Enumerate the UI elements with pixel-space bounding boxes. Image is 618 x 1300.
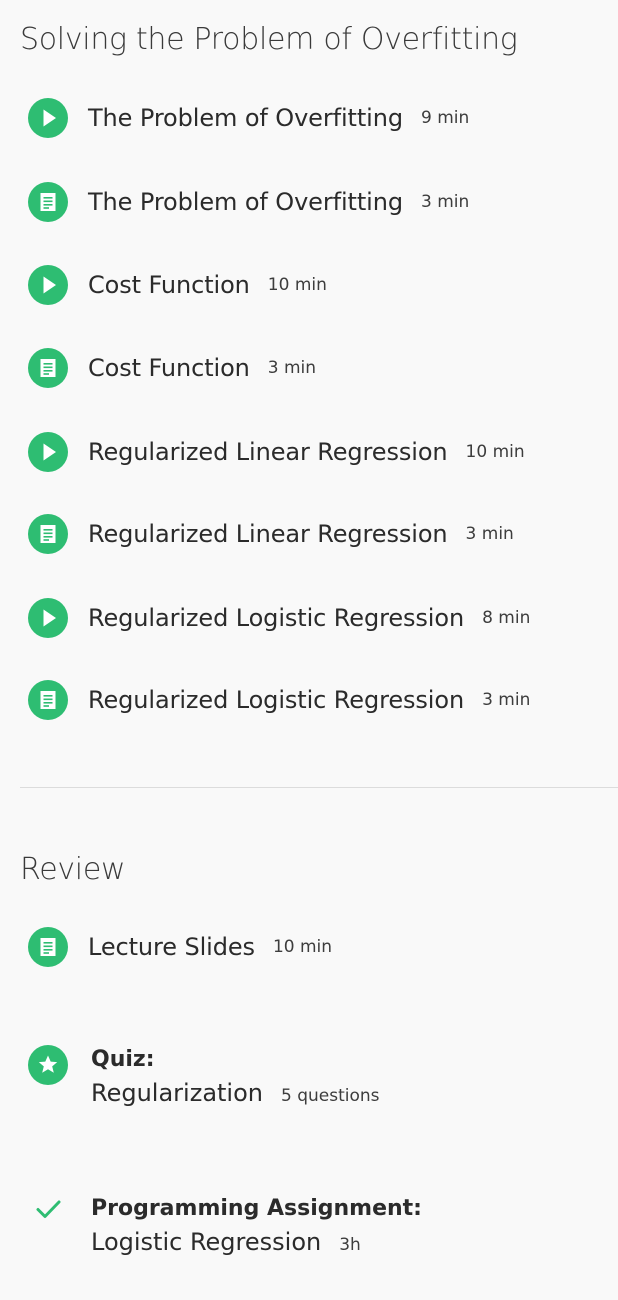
assignment-name: Logistic Regression	[91, 1228, 322, 1256]
lesson-item-label: Regularized Logistic Regression	[88, 686, 465, 714]
reading-icon	[28, 514, 68, 554]
reading-icon	[28, 182, 68, 222]
lesson-item-duration: 10 min	[267, 275, 327, 295]
section-title-review: Review	[20, 852, 126, 887]
lesson-item-label: Regularized Linear Regression	[88, 438, 448, 466]
play-icon	[28, 598, 68, 638]
quiz-type-label: Quiz:	[91, 1047, 155, 1072]
assignment-duration: 3h	[339, 1235, 361, 1255]
lesson-item-reading[interactable]: Cost Function 3 min	[28, 347, 316, 389]
lesson-item-reading[interactable]: Regularized Linear Regression 3 min	[28, 513, 514, 555]
lesson-item-reading[interactable]: Lecture Slides 10 min	[28, 926, 332, 968]
programming-assignment-item[interactable]: Programming Assignment: Logistic Regress…	[28, 1194, 422, 1256]
lesson-item-duration: 3 min	[420, 192, 470, 212]
checkmark-icon	[28, 1194, 68, 1224]
lesson-item-duration: 10 min	[272, 937, 333, 957]
lesson-item-video[interactable]: Regularized Logistic Regression 8 min	[28, 597, 530, 639]
play-icon	[28, 265, 68, 305]
lesson-item-reading[interactable]: Regularized Logistic Regression 3 min	[28, 679, 530, 721]
lesson-item-video[interactable]: The Problem of Overfitting 9 min	[28, 97, 469, 139]
lesson-item-label: Regularized Linear Regression	[88, 520, 448, 548]
play-icon	[28, 432, 68, 472]
assignment-type-label: Programming Assignment:	[91, 1196, 422, 1221]
lesson-item-label: The Problem of Overfitting	[88, 104, 403, 132]
lesson-item-video[interactable]: Regularized Linear Regression 10 min	[28, 431, 525, 473]
lesson-item-duration: 10 min	[465, 442, 525, 462]
section-title-overfitting: Solving the Problem of Overfitting	[20, 22, 518, 57]
reading-icon	[28, 927, 68, 967]
lesson-item-label: Cost Function	[88, 271, 250, 299]
star-icon	[28, 1045, 68, 1085]
reading-icon	[28, 348, 68, 388]
reading-icon	[28, 680, 68, 720]
lesson-item-reading[interactable]: The Problem of Overfitting 3 min	[28, 181, 469, 223]
lesson-item-label: Regularized Logistic Regression	[88, 604, 465, 632]
lesson-item-duration: 3 min	[267, 358, 317, 378]
lesson-item-video[interactable]: Cost Function 10 min	[28, 264, 327, 306]
quiz-question-count: 5 questions	[281, 1086, 380, 1106]
quiz-item[interactable]: Quiz: Regularization 5 questions	[28, 1045, 380, 1107]
lesson-item-duration: 3 min	[482, 690, 531, 710]
lesson-item-duration: 8 min	[482, 608, 531, 628]
lesson-item-duration: 9 min	[420, 108, 470, 128]
lesson-item-duration: 3 min	[465, 524, 514, 544]
lesson-item-label: The Problem of Overfitting	[88, 188, 403, 216]
lesson-item-label: Lecture Slides	[88, 933, 255, 961]
play-icon	[28, 98, 68, 138]
lesson-item-label: Cost Function	[88, 354, 250, 382]
quiz-name: Regularization	[91, 1079, 263, 1107]
section-divider	[20, 787, 618, 788]
